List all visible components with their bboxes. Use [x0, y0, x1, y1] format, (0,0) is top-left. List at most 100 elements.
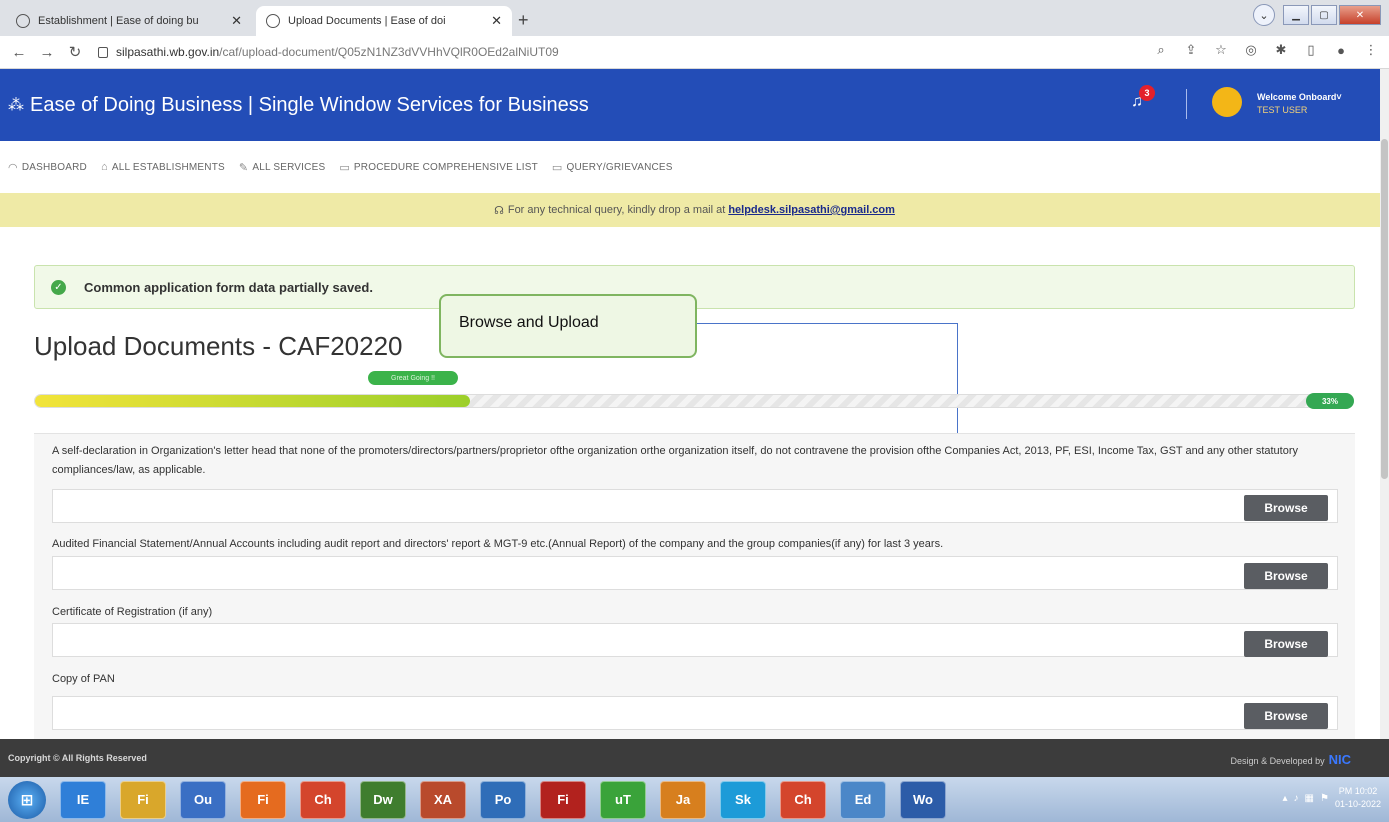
network-icon: ⁂: [8, 97, 24, 114]
taskbar-app-edit[interactable]: Ed: [840, 780, 886, 819]
document-label-audited-financials: Audited Financial Statement/Annual Accou…: [52, 538, 944, 550]
taskbar-app-dw[interactable]: Dw: [360, 780, 406, 819]
file-input-self-declaration[interactable]: [52, 489, 1338, 523]
progress-bar: [34, 394, 1354, 408]
taskbar-app-ie[interactable]: IE: [60, 780, 106, 819]
helpdesk-email-link[interactable]: helpdesk.silpasathi@gmail.com: [728, 204, 895, 216]
browser-toolbar: ⌕ ⇪ ☆ ◎ ✱ ▯ ● ⋮: [1153, 42, 1379, 58]
user-menu[interactable]: Welcome Onboard˅ TEST USER: [1257, 92, 1342, 115]
browse-button[interactable]: Browse: [1244, 703, 1328, 729]
notification-badge: 3: [1139, 85, 1155, 101]
taskbar-app-firefox[interactable]: Fi: [240, 780, 286, 819]
menu-item-all-services[interactable]: ✎ ALL SERVICES: [239, 161, 325, 174]
progress-tooltip: Great Going !!: [368, 371, 458, 385]
document-label-self-declaration: A self-declaration in Organization's let…: [52, 445, 1299, 476]
user-name: TEST USER: [1257, 105, 1308, 115]
page-scrollbar[interactable]: [1380, 69, 1389, 739]
notification-bell-icon[interactable]: ♫ 3: [1131, 85, 1155, 111]
menu-item-procedure-list[interactable]: ▭ PROCEDURE COMPREHENSIVE LIST: [339, 161, 538, 174]
avatar[interactable]: [1212, 87, 1242, 117]
bookmark-star-icon[interactable]: ☆: [1213, 42, 1229, 58]
os-taskbar: ⊞ IE Fi Ou Fi Ch Dw XA Po Fi uT Ja Sk Ch Ed Wo ▴ ♪ ▦ ⚑…: [0, 777, 1389, 822]
list-icon: ▭: [339, 161, 350, 174]
taskbar-app-postgresql[interactable]: Po: [480, 780, 526, 819]
tab-title: Upload Documents | Ease of doi: [288, 15, 446, 27]
browser-tab-upload-documents[interactable]: Upload Documents | Ease of doi ✕: [256, 6, 512, 36]
brand[interactable]: ⁂ Ease of Doing Business | Single Window…: [8, 94, 589, 117]
wrench-icon: ✎: [238, 161, 249, 174]
close-tab-icon[interactable]: ✕: [231, 13, 242, 29]
taskbar-app-chrome[interactable]: Ch: [300, 780, 346, 819]
main-content: ✓ Common application form data partially…: [0, 227, 1389, 739]
taskbar-app-files[interactable]: Fi: [120, 780, 166, 819]
nic-logo: NIC: [1328, 752, 1351, 767]
taskbar-apps: IE Fi Ou Fi Ch Dw XA Po Fi uT Ja Sk Ch Ed Wo: [46, 780, 946, 819]
flag-icon[interactable]: ⚑: [1320, 793, 1329, 804]
url-path: /caf/upload-document/Q05zN1NZ3dVVHhVQlR0…: [219, 45, 559, 59]
reload-icon[interactable]: ↻: [66, 43, 84, 61]
taskbar-app-chrome[interactable]: Ch: [780, 780, 826, 819]
sidebar-icon[interactable]: ▯: [1303, 42, 1319, 58]
menu-item-dashboard[interactable]: ◠ DASHBOARD: [8, 161, 87, 174]
network-tray-icon[interactable]: ▦: [1305, 793, 1314, 804]
volume-icon[interactable]: ♪: [1294, 793, 1299, 804]
scrollbar-thumb[interactable]: [1381, 139, 1388, 479]
window-controls: ⌄ ▁ ▢ ✕: [1253, 4, 1381, 26]
page-footer: Copyright © All Rights Reserved Design &…: [0, 739, 1389, 777]
maximize-button[interactable]: ▢: [1311, 5, 1337, 25]
profile-icon[interactable]: ●: [1333, 43, 1349, 58]
start-button[interactable]: ⊞: [8, 780, 46, 819]
file-input-audited-financials[interactable]: [52, 556, 1338, 590]
menu-item-query-grievances[interactable]: ▭ QUERY/GRIEVANCES: [552, 161, 673, 174]
camera-icon[interactable]: ◎: [1243, 42, 1259, 58]
file-input-registration-certificate[interactable]: [52, 623, 1338, 657]
taskbar-app-filezilla[interactable]: Fi: [540, 780, 586, 819]
copyright-text: Copyright © All Rights Reserved: [8, 753, 147, 763]
message-icon: ▭: [551, 161, 563, 174]
header-divider: [1186, 89, 1187, 119]
browser-tab-establishment[interactable]: Establishment | Ease of doing bu ✕: [6, 6, 252, 36]
zoom-icon[interactable]: ⌕: [1153, 42, 1169, 58]
url-field[interactable]: silpasathi.wb.gov.in /caf/upload-documen…: [98, 45, 559, 59]
taskbar-app-skype[interactable]: Sk: [720, 780, 766, 819]
close-window-button[interactable]: ✕: [1339, 5, 1381, 25]
forward-icon[interactable]: →: [38, 44, 56, 61]
clock[interactable]: PM 10:02 01-10-2022: [1335, 785, 1381, 811]
chevron-down-icon[interactable]: ⌄: [1253, 4, 1275, 26]
app-header: ⁂ Ease of Doing Business | Single Window…: [0, 69, 1389, 141]
file-input-pan[interactable]: [52, 696, 1338, 730]
helpdesk-notice: ☊ For any technical query, kindly drop a…: [0, 193, 1389, 227]
extensions-puzzle-icon[interactable]: ✱: [1273, 42, 1289, 58]
browse-button[interactable]: Browse: [1244, 495, 1328, 521]
taskbar-app-outlook[interactable]: Ou: [180, 780, 226, 819]
menu-item-all-establishments[interactable]: ⌂ ALL ESTABLISHMENTS: [101, 161, 225, 173]
notice-text: For any technical query, kindly drop a m…: [507, 204, 726, 216]
minimize-button[interactable]: ▁: [1283, 5, 1309, 25]
taskbar-app-java[interactable]: Ja: [660, 780, 706, 819]
new-tab-button[interactable]: +: [518, 10, 529, 31]
check-circle-icon: ✓: [51, 279, 66, 295]
share-icon[interactable]: ⇪: [1183, 42, 1199, 58]
browse-button[interactable]: Browse: [1244, 563, 1328, 589]
address-bar: ← → ↻ silpasathi.wb.gov.in /caf/upload-d…: [0, 36, 1389, 69]
document-label-registration-certificate: Certificate of Registration (if any): [52, 606, 213, 618]
taskbar-app-xampp[interactable]: XA: [420, 780, 466, 819]
progress-fill: [35, 395, 470, 407]
system-tray: ▴ ♪ ▦ ⚑ PM 10:02 01-10-2022: [1283, 785, 1382, 811]
annotation-callout: Browse and Upload: [439, 294, 697, 358]
back-icon[interactable]: ←: [10, 44, 28, 61]
tab-title: Establishment | Ease of doing bu: [38, 15, 199, 27]
dashboard-icon: ◠: [8, 161, 18, 174]
alert-text: Common application form data partially s…: [84, 279, 373, 295]
menu-kebab-icon[interactable]: ⋮: [1363, 42, 1379, 58]
taskbar-app-word[interactable]: Wo: [900, 780, 946, 819]
taskbar-app-utorrent[interactable]: uT: [600, 780, 646, 819]
browse-button[interactable]: Browse: [1244, 631, 1328, 657]
tray-arrow-icon[interactable]: ▴: [1283, 793, 1288, 804]
welcome-text: Welcome Onboard: [1257, 92, 1337, 102]
progress-percent-badge: 33%: [1306, 393, 1354, 409]
close-tab-icon[interactable]: ✕: [491, 13, 502, 29]
globe-icon: [16, 14, 30, 28]
url-host: silpasathi.wb.gov.in: [116, 45, 220, 59]
main-menu: ◠ DASHBOARD ⌂ ALL ESTABLISHMENTS ✎ ALL SERV…: [0, 141, 1389, 193]
